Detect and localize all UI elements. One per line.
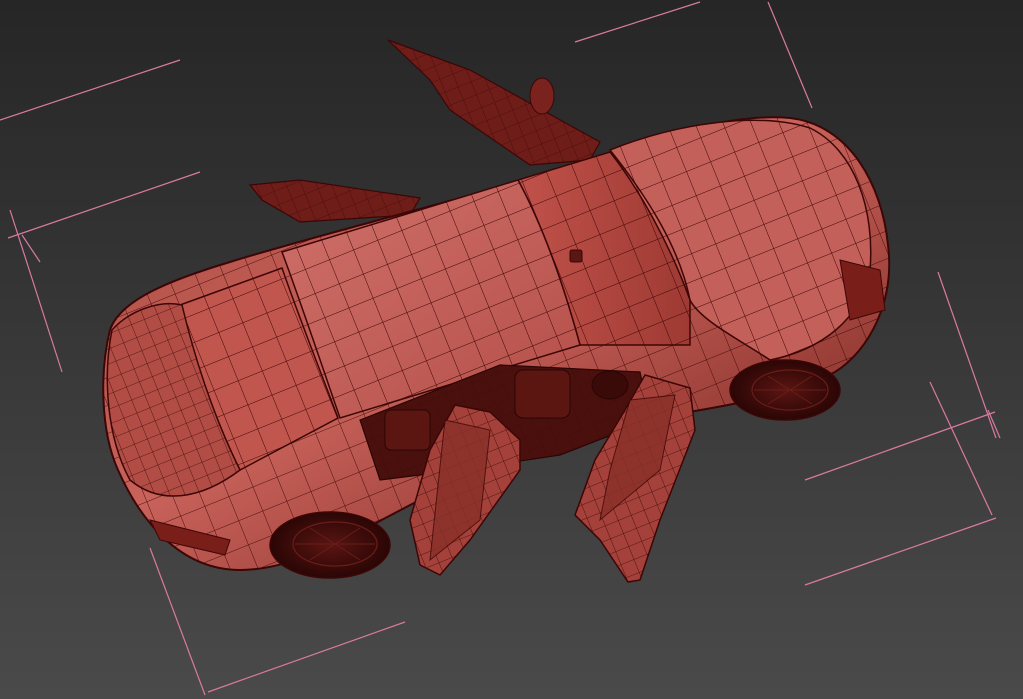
front-left-door[interactable] [387,39,601,166]
front-seat [514,369,571,419]
rear-seat [384,409,431,451]
roof-antenna-icon [569,249,583,263]
rear-wheel [269,511,391,579]
side-mirror [529,77,555,115]
steering-wheel-icon [591,370,629,400]
3d-viewport[interactable] [0,0,1023,699]
front-wheel [729,359,841,421]
